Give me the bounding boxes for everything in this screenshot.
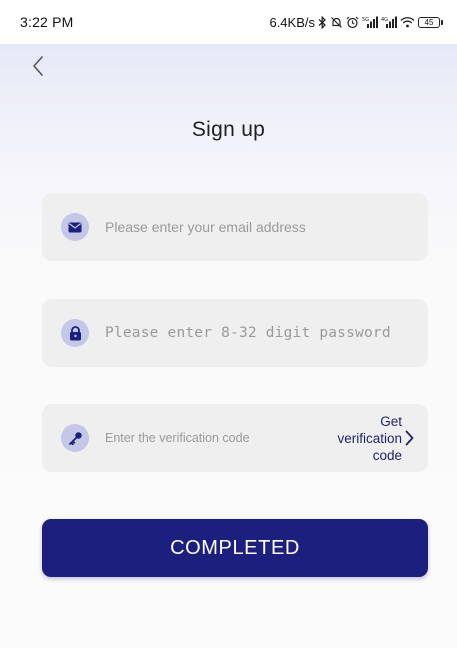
back-button[interactable] <box>26 53 50 79</box>
chevron-right-icon <box>405 430 414 446</box>
password-field[interactable] <box>42 299 428 367</box>
page-title: Sign up <box>191 118 266 141</box>
key-icon <box>61 424 89 452</box>
svg-text:5G: 5G <box>362 17 369 23</box>
status-icons: 6.4KB/s 5G 4G 45 <box>269 15 443 30</box>
svg-text:4G: 4G <box>381 17 388 23</box>
signup-screen: 3:22 PM 6.4KB/s 5G 4G 45 Sign up Please … <box>0 0 457 648</box>
network-speed: 6.4KB/s <box>269 14 315 30</box>
verification-code-field[interactable]: Get verification code <box>42 404 428 472</box>
bluetooth-icon <box>318 15 327 29</box>
email-field[interactable] <box>42 193 428 261</box>
get-verification-code-button[interactable]: Get verification code <box>322 410 414 466</box>
battery-icon: 45 <box>418 16 443 28</box>
wifi-icon <box>400 16 415 28</box>
get-verification-code-label: Get verification code <box>337 413 402 463</box>
chevron-left-icon <box>33 56 43 76</box>
mute-icon <box>330 16 343 29</box>
envelope-icon <box>61 213 89 241</box>
password-input[interactable] <box>103 312 428 354</box>
signal-icon: 4G <box>381 16 397 28</box>
battery-level: 45 <box>418 16 440 28</box>
lock-icon <box>61 319 89 347</box>
email-input[interactable] <box>103 206 428 248</box>
status-time: 3:22 PM <box>20 14 74 30</box>
verification-code-input[interactable] <box>103 417 307 459</box>
signal-icon: 5G <box>362 16 378 28</box>
completed-button[interactable]: COMPLETED <box>42 519 428 577</box>
alarm-icon <box>346 16 359 29</box>
status-bar: 3:22 PM 6.4KB/s 5G 4G 45 <box>0 0 457 44</box>
